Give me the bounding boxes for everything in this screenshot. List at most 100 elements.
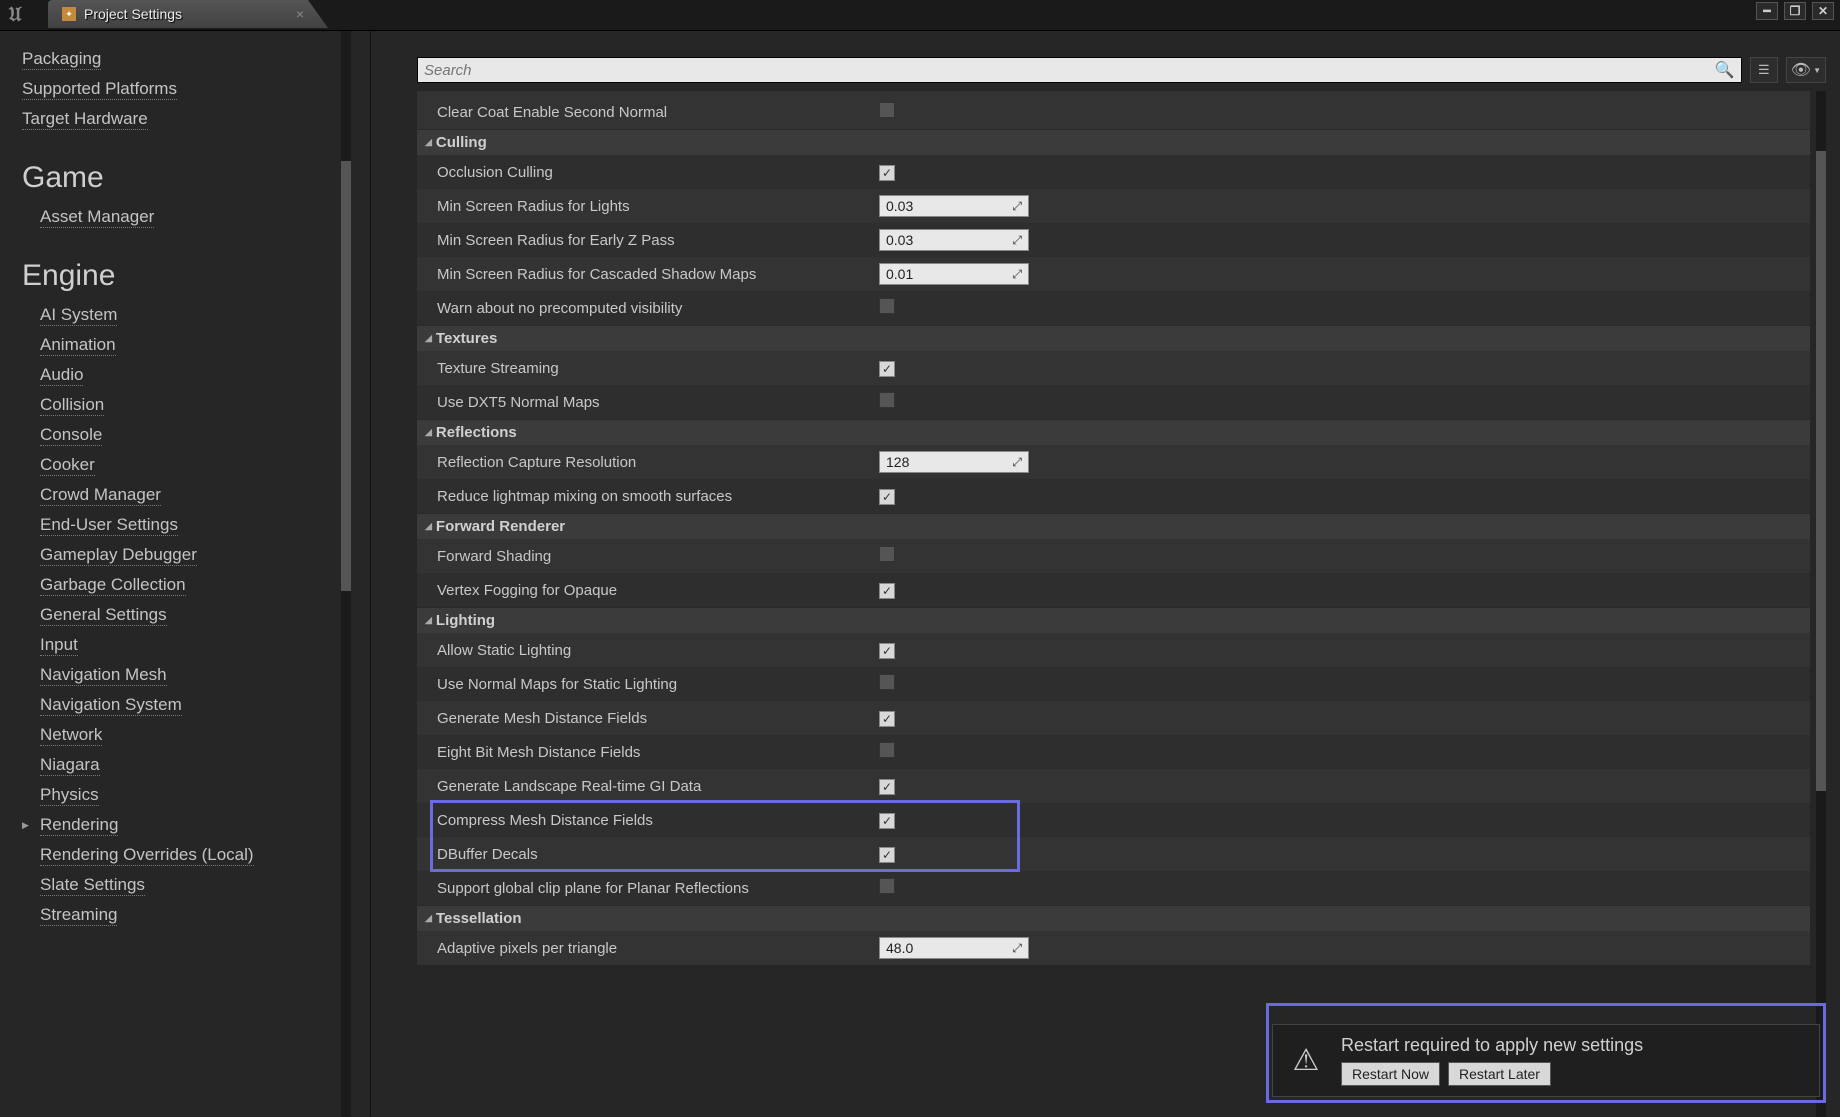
checkbox-dbuffer-decals[interactable]: ✓ <box>879 847 895 863</box>
property-row: Min Screen Radius for Cascaded Shadow Ma… <box>417 257 1810 291</box>
checkbox-forward-shading[interactable] <box>879 546 895 562</box>
sidebar: Packaging Supported Platforms Target Hardw… <box>0 31 370 1117</box>
sidebar-item-niagara[interactable]: Niagara <box>40 755 100 776</box>
view-options-button[interactable]: 👁 ▼ <box>1786 57 1826 83</box>
property-label: Texture Streaming <box>417 360 877 377</box>
property-row: DBuffer Decals✓ <box>417 837 1810 871</box>
search-input[interactable] <box>424 62 1715 79</box>
section-header-tessellation[interactable]: ◢Tessellation <box>417 905 1810 931</box>
sidebar-item-rendering[interactable]: Rendering <box>40 815 118 836</box>
section-header-culling[interactable]: ◢Culling <box>417 129 1810 155</box>
numeric-input-adaptive-pixels-per-triangle[interactable]: 48.0⤢ <box>879 937 1029 959</box>
property-row: Use Normal Maps for Static Lighting <box>417 667 1810 701</box>
checkbox-use-dxt5-normal-maps[interactable] <box>879 392 895 408</box>
close-icon[interactable]: × <box>296 6 314 22</box>
numeric-input-min-screen-radius-for-lights[interactable]: 0.03 ⤢ <box>879 195 1029 217</box>
maximize-button[interactable]: ❐ <box>1784 2 1806 20</box>
sidebar-item-navigation-mesh[interactable]: Navigation Mesh <box>40 665 167 686</box>
property-row: Support global clip plane for Planar Ref… <box>417 871 1810 905</box>
spinner-icon[interactable]: ⤢ <box>1012 199 1022 214</box>
property-row: Forward Shading <box>417 539 1810 573</box>
sidebar-item-general-settings[interactable]: General Settings <box>40 605 167 626</box>
disclosure-icon: ◢ <box>425 615 432 626</box>
sidebar-item-ai-system[interactable]: AI System <box>40 305 117 326</box>
property-label: DBuffer Decals <box>417 846 877 863</box>
property-row: Adaptive pixels per triangle48.0⤢ <box>417 931 1810 965</box>
numeric-value: 0.03 <box>886 232 913 248</box>
checkbox-compress-mesh-distance-fields[interactable]: ✓ <box>879 813 895 829</box>
sidebar-item-gameplay-debugger[interactable]: Gameplay Debugger <box>40 545 197 566</box>
sidebar-item-input[interactable]: Input <box>40 635 78 656</box>
spinner-icon[interactable]: ⤢ <box>1012 267 1022 282</box>
checkbox-support-global-clip-plane-for-planar-reflections[interactable] <box>879 878 895 894</box>
restart-later-button[interactable]: Restart Later <box>1448 1062 1551 1086</box>
minimize-button[interactable]: ━ <box>1756 2 1778 20</box>
sidebar-item-physics[interactable]: Physics <box>40 785 99 806</box>
sidebar-item-packaging[interactable]: Packaging <box>22 49 101 70</box>
eye-icon: 👁 <box>1791 60 1811 80</box>
spinner-icon[interactable]: ⤢ <box>1012 455 1022 470</box>
property-label: Min Screen Radius for Lights <box>417 198 877 215</box>
spinner-icon[interactable]: ⤢ <box>1012 233 1022 248</box>
sidebar-item-target-hardware[interactable]: Target Hardware <box>22 109 148 130</box>
numeric-value: 128 <box>886 454 909 470</box>
close-window-button[interactable]: ✕ <box>1812 2 1834 20</box>
section-header-textures[interactable]: ◢Textures <box>417 325 1810 351</box>
property-label: Min Screen Radius for Cascaded Shadow Ma… <box>417 266 877 283</box>
sidebar-item-supported-platforms[interactable]: Supported Platforms <box>22 79 177 100</box>
section-header-label: Forward Renderer <box>436 518 565 535</box>
property-row: Eight Bit Mesh Distance Fields <box>417 735 1810 769</box>
sidebar-item-audio[interactable]: Audio <box>40 365 83 386</box>
sidebar-item-console[interactable]: Console <box>40 425 102 446</box>
property-label: Adaptive pixels per triangle <box>417 940 877 957</box>
sidebar-item-garbage-collection[interactable]: Garbage Collection <box>40 575 186 596</box>
sidebar-item-streaming[interactable]: Streaming <box>40 905 117 926</box>
checkbox-texture-streaming[interactable]: ✓ <box>879 361 895 377</box>
sidebar-item-network[interactable]: Network <box>40 725 102 746</box>
checkbox-allow-static-lighting[interactable]: ✓ <box>879 643 895 659</box>
checkbox-use-normal-maps-for-static-lighting[interactable] <box>879 674 895 690</box>
property-label: Reduce lightmap mixing on smooth surface… <box>417 488 877 505</box>
list-view-button[interactable]: ☰ <box>1750 57 1778 83</box>
sidebar-item-end-user-settings[interactable]: End-User Settings <box>40 515 178 536</box>
property-row: Texture Streaming✓ <box>417 351 1810 385</box>
sidebar-item-rendering-overrides-local-[interactable]: Rendering Overrides (Local) <box>40 845 254 866</box>
section-header-reflections[interactable]: ◢Reflections <box>417 419 1810 445</box>
property-label: Use DXT5 Normal Maps <box>417 394 877 411</box>
property-row: Min Screen Radius for Lights 0.03 ⤢ <box>417 189 1810 223</box>
content-scrollbar[interactable] <box>1816 91 1826 1117</box>
property-row: Clear Coat Enable Second Normal <box>417 95 1810 129</box>
checkbox-vertex-fogging-for-opaque[interactable]: ✓ <box>879 583 895 599</box>
sidebar-item-navigation-system[interactable]: Navigation System <box>40 695 182 716</box>
section-header-forward-renderer[interactable]: ◢Forward Renderer <box>417 513 1810 539</box>
checkbox-occlusion-culling[interactable]: ✓ <box>879 165 895 181</box>
checkbox-reduce-lightmap-mixing-on-smooth-surfaces[interactable]: ✓ <box>879 489 895 505</box>
tab-project-settings[interactable]: Project Settings × <box>48 0 328 28</box>
checkbox-warn-about-no-precomputed-visibility[interactable] <box>879 298 895 314</box>
sidebar-item-animation[interactable]: Animation <box>40 335 116 356</box>
checkbox-clear-coat-enable-second-normal[interactable] <box>879 102 895 118</box>
numeric-input-min-screen-radius-for-cascaded-shadow-maps[interactable]: 0.01⤢ <box>879 263 1029 285</box>
sidebar-scrollbar[interactable] <box>341 31 351 1117</box>
sidebar-item-collision[interactable]: Collision <box>40 395 104 416</box>
numeric-input-reflection-capture-resolution[interactable]: 128 ⤢ <box>879 451 1029 473</box>
property-row: Allow Static Lighting✓ <box>417 633 1810 667</box>
restart-now-button[interactable]: Restart Now <box>1341 1062 1440 1086</box>
search-input-container[interactable]: 🔍 <box>417 57 1742 83</box>
checkbox-generate-landscape-real-time-gi-data[interactable]: ✓ <box>879 779 895 795</box>
checkbox-eight-bit-mesh-distance-fields[interactable] <box>879 742 895 758</box>
property-label: Min Screen Radius for Early Z Pass <box>417 232 877 249</box>
numeric-input-min-screen-radius-for-early-z-pass[interactable]: 0.03 ⤢ <box>879 229 1029 251</box>
property-label: Compress Mesh Distance Fields <box>417 812 877 829</box>
sidebar-item-crowd-manager[interactable]: Crowd Manager <box>40 485 161 506</box>
spinner-icon[interactable]: ⤢ <box>1012 941 1022 956</box>
checkbox-generate-mesh-distance-fields[interactable]: ✓ <box>879 711 895 727</box>
sidebar-item-slate-settings[interactable]: Slate Settings <box>40 875 145 896</box>
sidebar-item-cooker[interactable]: Cooker <box>40 455 95 476</box>
notification-title: Restart required to apply new settings <box>1341 1035 1807 1056</box>
sidebar-item-asset-manager[interactable]: Asset Manager <box>40 207 154 228</box>
section-header-lighting[interactable]: ◢Lighting <box>417 607 1810 633</box>
numeric-value: 0.03 <box>886 198 913 214</box>
property-row: Compress Mesh Distance Fields✓ <box>417 803 1810 837</box>
property-row: Generate Mesh Distance Fields✓ <box>417 701 1810 735</box>
